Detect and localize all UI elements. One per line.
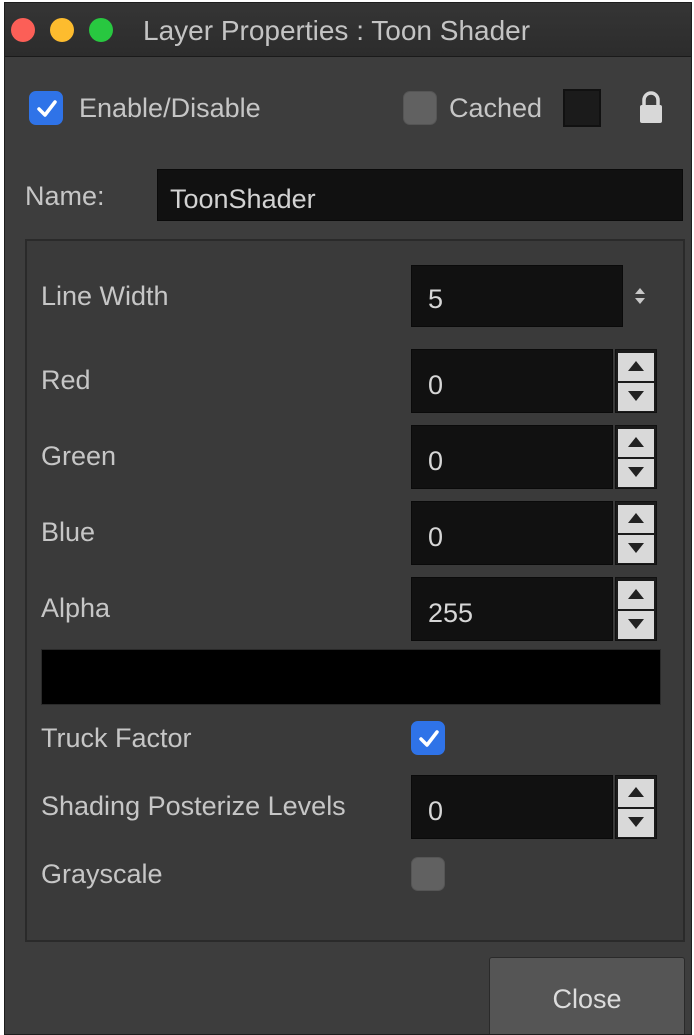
name-input[interactable]: ToonShader — [157, 169, 683, 221]
up-arrow-icon — [628, 787, 644, 797]
down-arrow-icon — [628, 391, 644, 401]
shading-posterize-stepper — [615, 775, 657, 839]
up-arrow-icon — [628, 589, 644, 599]
maximize-window-button[interactable] — [89, 18, 113, 42]
down-arrow-icon — [628, 543, 644, 553]
cached-checkbox[interactable] — [403, 91, 437, 125]
line-width-label: Line Width — [41, 281, 169, 311]
truck-factor-checkbox[interactable] — [411, 721, 445, 755]
close-button[interactable]: Close — [489, 957, 685, 1034]
blue-decrement-button[interactable] — [618, 535, 654, 563]
shading-posterize-input[interactable]: 0 — [411, 775, 613, 839]
red-label: Red — [41, 365, 91, 395]
down-arrow-icon — [628, 817, 644, 827]
truck-factor-label: Truck Factor — [41, 723, 192, 753]
shading-posterize-label: Shading Posterize Levels — [41, 791, 346, 821]
up-arrow-icon — [628, 361, 644, 371]
cached-color-swatch[interactable] — [563, 89, 601, 127]
blue-increment-button[interactable] — [618, 505, 654, 533]
alpha-input[interactable]: 255 — [411, 577, 613, 641]
line-width-stepper-icon[interactable] — [633, 285, 647, 312]
checkmark-icon — [419, 730, 439, 747]
alpha-stepper — [615, 577, 657, 641]
green-label: Green — [41, 441, 117, 471]
line-width-input[interactable]: 5 — [411, 265, 623, 327]
blue-input[interactable]: 0 — [411, 501, 613, 565]
blue-stepper — [615, 501, 657, 565]
blue-label: Blue — [41, 517, 96, 547]
red-stepper — [615, 349, 657, 413]
close-window-button[interactable] — [11, 18, 35, 42]
red-decrement-button[interactable] — [618, 383, 654, 411]
red-input[interactable]: 0 — [411, 349, 613, 413]
green-stepper — [615, 425, 657, 489]
down-arrow-icon — [628, 619, 644, 629]
alpha-decrement-button[interactable] — [618, 611, 654, 639]
shading-posterize-decrement-button[interactable] — [618, 809, 654, 837]
enable-checkbox[interactable] — [29, 91, 63, 125]
red-increment-button[interactable] — [618, 353, 654, 381]
up-arrow-icon — [628, 437, 644, 447]
enable-label: Enable/Disable — [79, 93, 261, 123]
lock-icon[interactable] — [637, 91, 665, 130]
alpha-label: Alpha — [41, 593, 111, 623]
minimize-window-button[interactable] — [50, 18, 74, 42]
down-arrow-icon — [628, 467, 644, 477]
green-decrement-button[interactable] — [618, 459, 654, 487]
name-label: Name: — [25, 181, 105, 211]
grayscale-checkbox[interactable] — [411, 857, 445, 891]
grayscale-label: Grayscale — [41, 859, 163, 889]
cached-label: Cached — [449, 93, 543, 123]
window-title: Layer Properties : Toon Shader — [143, 15, 531, 46]
title-bar[interactable]: Layer Properties : Toon Shader — [5, 3, 691, 57]
alpha-increment-button[interactable] — [618, 581, 654, 609]
green-input[interactable]: 0 — [411, 425, 613, 489]
shading-posterize-increment-button[interactable] — [618, 779, 654, 807]
layer-properties-window: Layer Properties : Toon Shader Enable/Di… — [4, 2, 692, 1035]
green-increment-button[interactable] — [618, 429, 654, 457]
up-arrow-icon — [628, 513, 644, 523]
color-preview-swatch[interactable] — [41, 649, 661, 705]
checkmark-icon — [37, 100, 57, 117]
